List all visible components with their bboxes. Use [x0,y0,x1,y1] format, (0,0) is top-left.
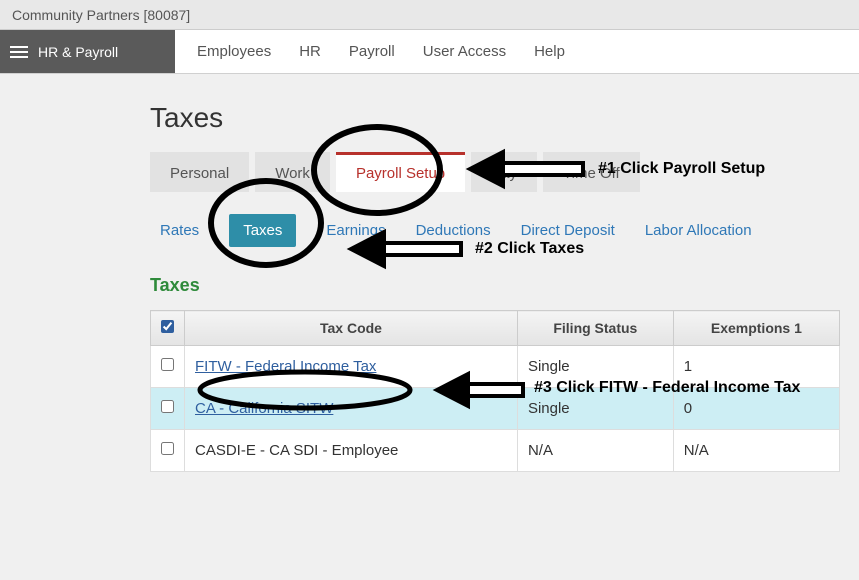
link-fitw[interactable]: FITW - Federal Income Tax [195,358,376,375]
tab-personal[interactable]: Personal [150,152,249,192]
nav-links: Employees HR Payroll User Access Help [175,30,565,73]
cell-tax-code: CASDI-E - CA SDI - Employee [185,430,518,472]
section-title: Taxes [150,275,859,296]
subtab-taxes[interactable]: Taxes [229,214,296,247]
col-filing-status[interactable]: Filing Status [517,311,673,346]
page-title: Taxes [150,102,859,134]
col-tax-code[interactable]: Tax Code [185,311,518,346]
col-exemptions1[interactable]: Exemptions 1 [673,311,839,346]
table-row: CASDI-E - CA SDI - Employee N/A N/A [151,430,840,472]
row-checkbox[interactable] [161,400,174,413]
cell-exemptions: N/A [673,430,839,472]
subtab-deductions[interactable]: Deductions [416,222,491,239]
hr-payroll-label: HR & Payroll [38,44,118,60]
content-area: Taxes Personal Work Payroll Setup Pay Ti… [0,74,859,472]
link-ca-sitw[interactable]: CA - California SITW [195,400,333,417]
window-title: Community Partners [80087] [12,7,190,23]
nav-help[interactable]: Help [534,43,565,60]
tab-work[interactable]: Work [255,152,330,192]
subtab-earnings[interactable]: Earnings [326,222,385,239]
cell-filing-status: N/A [517,430,673,472]
nav-hr[interactable]: HR [299,43,321,60]
tab-payroll-setup[interactable]: Payroll Setup [336,152,465,192]
subtab-rates[interactable]: Rates [160,222,199,239]
row-checkbox[interactable] [161,358,174,371]
tab-pay[interactable]: Pay [471,152,537,192]
window-titlebar: Community Partners [80087] [0,0,859,30]
subtab-direct-deposit[interactable]: Direct Deposit [521,222,615,239]
annotation-2: #2 Click Taxes [475,240,584,258]
hr-payroll-menu[interactable]: HR & Payroll [0,30,175,73]
nav-employees[interactable]: Employees [197,43,271,60]
annotation-1: #1 Click Payroll Setup [598,160,765,178]
hamburger-icon [10,46,28,58]
annotation-3: #3 Click FITW - Federal Income Tax [534,379,800,397]
select-all-checkbox[interactable] [161,320,174,333]
nav-user-access[interactable]: User Access [423,43,506,60]
nav-payroll[interactable]: Payroll [349,43,395,60]
row-checkbox[interactable] [161,442,174,455]
col-select [151,311,185,346]
subtab-labor-allocation[interactable]: Labor Allocation [645,222,752,239]
top-nav: HR & Payroll Employees HR Payroll User A… [0,30,859,74]
